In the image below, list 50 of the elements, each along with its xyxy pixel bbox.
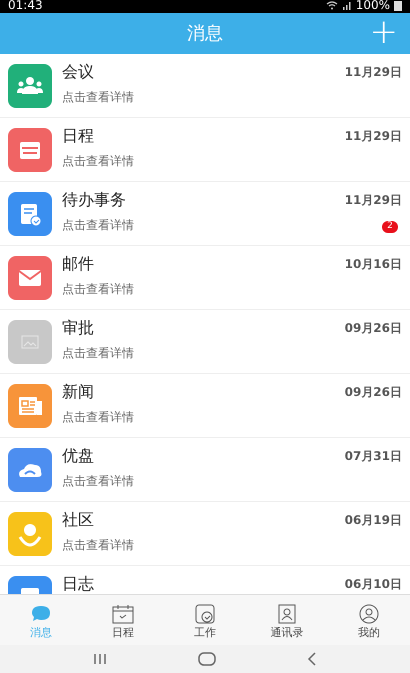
message-subtitle: 点击查看详情	[62, 153, 135, 170]
page-title: 消息	[187, 22, 223, 46]
message-subtitle: 点击查看详情	[62, 409, 135, 426]
checked-document-icon	[193, 602, 217, 624]
message-subtitle: 点击查看详情	[62, 89, 135, 106]
unread-badge: 2	[382, 221, 398, 233]
tab[interactable]: 通讯录	[246, 595, 328, 645]
message-date: 06月19日	[344, 513, 402, 527]
tab[interactable]: 我的	[328, 595, 410, 645]
message-date: 09月26日	[344, 385, 402, 399]
message-title: 待办事务	[62, 191, 127, 209]
message-date: 11月29日	[344, 65, 402, 79]
image-placeholder-icon	[8, 320, 52, 364]
message-title: 新闻	[62, 383, 95, 401]
message-subtitle: 点击查看详情	[62, 537, 135, 554]
message-subtitle: 点击查看详情	[62, 345, 135, 362]
calendar-icon	[111, 602, 135, 624]
calendar-icon	[8, 128, 52, 172]
message-date: 11月29日	[344, 193, 402, 207]
people-icon	[8, 64, 52, 108]
message-title: 社区	[62, 511, 95, 529]
tab[interactable]: 日程	[82, 595, 164, 645]
user-icon	[357, 602, 381, 624]
message-subtitle: 点击查看详情	[62, 473, 135, 490]
message-title: 日程	[62, 127, 95, 145]
message-title: 优盘	[62, 447, 95, 465]
newspaper-icon	[8, 384, 52, 428]
cloud-icon	[8, 448, 52, 492]
message-subtitle: 点击查看详情	[62, 281, 135, 298]
message-title: 审批	[62, 319, 95, 337]
message-title: 日志	[62, 575, 95, 593]
recent-apps-icon[interactable]	[93, 653, 108, 665]
document-check-icon	[8, 192, 52, 236]
back-icon[interactable]	[306, 652, 317, 666]
wifi-icon	[326, 0, 338, 10]
battery-icon	[394, 0, 402, 10]
clock: 01:43	[8, 0, 43, 11]
signal-icon	[342, 0, 352, 10]
message-date: 06月10日	[344, 577, 402, 591]
tab[interactable]: 工作	[164, 595, 246, 645]
message-title: 邮件	[62, 255, 95, 273]
message-title: 会议	[62, 63, 95, 81]
message-date: 09月26日	[344, 321, 402, 335]
home-icon[interactable]	[198, 652, 216, 666]
envelope-icon	[8, 256, 52, 300]
message-date: 11月29日	[344, 129, 402, 143]
message-subtitle: 点击查看详情	[62, 217, 135, 234]
message-date: 10月16日	[344, 257, 402, 271]
battery-level: 100%	[356, 0, 390, 11]
message-date: 07月31日	[344, 449, 402, 463]
